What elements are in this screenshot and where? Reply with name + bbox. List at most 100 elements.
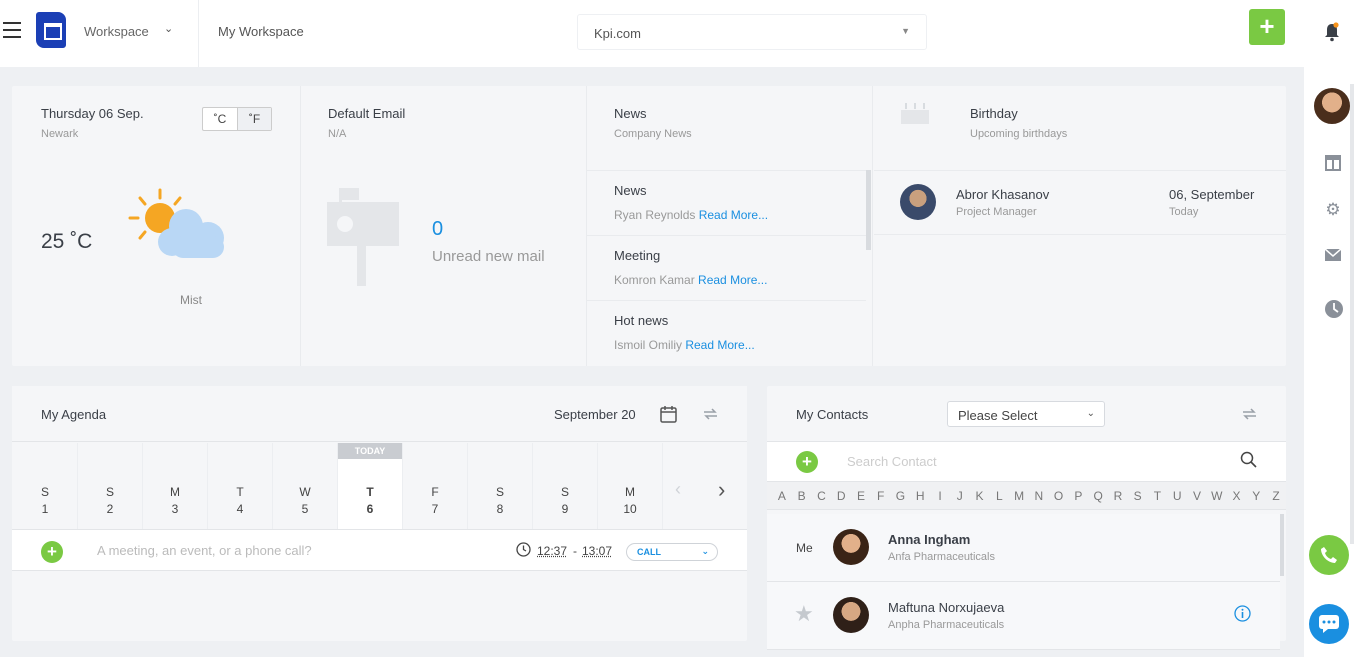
day-cell[interactable]: S9 [533, 443, 598, 529]
chevron-left-icon[interactable]: ‹ [675, 479, 681, 500]
avatar[interactable] [1312, 86, 1352, 126]
day-cell[interactable]: S1 [13, 443, 78, 529]
search-icon[interactable] [1240, 451, 1257, 471]
birthday-title: Birthday [970, 106, 1018, 121]
alphabet-letter[interactable]: I [930, 482, 950, 509]
alphabet-letter[interactable]: Z [1266, 482, 1286, 509]
unread-count[interactable]: 0 [432, 218, 443, 241]
alphabet-letter[interactable]: V [1187, 482, 1207, 509]
alphabet-letter[interactable]: K [970, 482, 990, 509]
alphabet-letter[interactable]: X [1227, 482, 1247, 509]
scrollbar[interactable] [1280, 514, 1284, 576]
alphabet-letter[interactable]: L [989, 482, 1009, 509]
event-input[interactable]: A meeting, an event, or a phone call? [97, 543, 312, 558]
day-number: 10 [623, 502, 637, 516]
alphabet-letter[interactable]: R [1108, 482, 1128, 509]
day-number: 4 [236, 502, 244, 516]
clock-icon[interactable] [1324, 299, 1343, 318]
refresh-icon[interactable] [1241, 406, 1258, 425]
info-icon[interactable] [1234, 605, 1251, 625]
add-button[interactable]: + [1249, 9, 1285, 45]
avatar [833, 529, 869, 565]
day-number: 2 [106, 502, 114, 516]
alphabet-letter[interactable]: G [891, 482, 911, 509]
add-contact-button[interactable]: + [796, 451, 818, 473]
event-type-value: CALL [637, 547, 661, 557]
day-letter: S [495, 485, 504, 499]
celsius-option[interactable]: ˚C [203, 108, 237, 130]
alphabet-letter[interactable]: O [1049, 482, 1069, 509]
news-item-meta: Komron Kamar Read More... [614, 273, 767, 287]
calendar-icon[interactable] [660, 405, 677, 426]
domain-select[interactable]: Kpi.com ▼ [577, 14, 927, 50]
day-cell[interactable]: F7 [403, 443, 468, 529]
day-letter: W [299, 485, 311, 499]
agenda-title: My Agenda [41, 407, 107, 422]
alphabet-letter[interactable]: J [950, 482, 970, 509]
alphabet-letter[interactable]: C [812, 482, 832, 509]
temperature-unit-toggle[interactable]: ˚C ˚F [202, 107, 272, 131]
day-cell[interactable]: W5 [273, 443, 338, 529]
alphabet-letter[interactable]: B [792, 482, 812, 509]
alphabet-letter[interactable]: Q [1088, 482, 1108, 509]
news-item-author: Komron Kamar [614, 273, 695, 287]
dashboard-icon[interactable] [1324, 154, 1342, 172]
day-letter: T [366, 485, 374, 499]
alphabet-letter[interactable]: F [871, 482, 891, 509]
day-cell[interactable]: M 10 [598, 443, 663, 529]
scrollbar[interactable] [866, 170, 871, 250]
agenda-panel: My Agenda September 20 S1 S2 M3 T4 W5 TO… [12, 386, 747, 641]
alphabet-letter[interactable]: M [1009, 482, 1029, 509]
event-type-select[interactable]: CALL ⌄ [626, 543, 718, 561]
time-to[interactable]: 13:07 [582, 544, 612, 558]
alphabet-letter[interactable]: Y [1246, 482, 1266, 509]
contacts-filter-select[interactable]: Please Select ⌄ [947, 401, 1105, 427]
list-item: News Ryan Reynolds Read More... [587, 170, 866, 235]
chevron-right-icon[interactable]: › [718, 477, 725, 503]
chevron-down-icon[interactable]: ⌄ [164, 22, 173, 35]
scrollbar[interactable] [1350, 84, 1354, 544]
menu-icon[interactable] [3, 22, 21, 40]
day-cell[interactable]: S8 [468, 443, 533, 529]
day-cell[interactable]: M3 [143, 443, 208, 529]
alphabet-letter[interactable]: E [851, 482, 871, 509]
alphabet-letter[interactable]: S [1128, 482, 1148, 509]
chat-button[interactable] [1309, 604, 1349, 644]
alphabet-letter[interactable]: H [910, 482, 930, 509]
alphabet-letter[interactable]: P [1068, 482, 1088, 509]
star-icon[interactable]: ★ [794, 601, 814, 627]
day-cell-today[interactable]: TODAY T 6 [338, 443, 403, 529]
app-logo[interactable] [36, 12, 66, 48]
refresh-icon[interactable] [702, 406, 719, 425]
alphabet-letter[interactable]: T [1148, 482, 1168, 509]
gear-icon[interactable]: ⚙ [1324, 201, 1342, 219]
read-more-link[interactable]: Read More... [685, 338, 754, 352]
search-input[interactable]: Search Contact [847, 454, 937, 469]
day-number: 6 [366, 502, 374, 516]
news-subtitle: Company News [614, 128, 692, 140]
alphabet-letter[interactable]: A [772, 482, 792, 509]
fahrenheit-option[interactable]: ˚F [237, 108, 271, 130]
phone-button[interactable] [1309, 535, 1349, 575]
alphabet-letter[interactable]: N [1029, 482, 1049, 509]
today-tag: TODAY [338, 443, 402, 459]
read-more-link[interactable]: Read More... [699, 208, 768, 222]
day-cell[interactable]: T4 [208, 443, 273, 529]
day-cell[interactable]: S2 [78, 443, 143, 529]
alphabet-letter[interactable]: U [1167, 482, 1187, 509]
read-more-link[interactable]: Read More... [698, 273, 767, 287]
table-row[interactable]: Me Anna Ingham Anfa Pharmaceuticals [767, 514, 1280, 582]
alphabet-letter[interactable]: W [1207, 482, 1227, 509]
add-event-button[interactable]: + [41, 541, 63, 563]
table-row[interactable]: ★ Maftuna Norxujaeva Anpha Pharmaceutica… [767, 582, 1280, 650]
alphabet-letter[interactable]: D [831, 482, 851, 509]
workspace-label[interactable]: Workspace [84, 24, 149, 39]
birthday-date: 06, September [1169, 187, 1255, 202]
time-from[interactable]: 12:37 [537, 544, 567, 558]
contact-company: Anpha Pharmaceuticals [888, 619, 1005, 631]
list-item[interactable]: Abror Khasanov Project Manager 06, Septe… [874, 170, 1286, 235]
email-value: N/A [328, 128, 347, 140]
bell-icon[interactable] [1323, 22, 1341, 42]
mail-icon[interactable] [1324, 248, 1342, 266]
contacts-filter-value: Please Select [958, 408, 1038, 423]
